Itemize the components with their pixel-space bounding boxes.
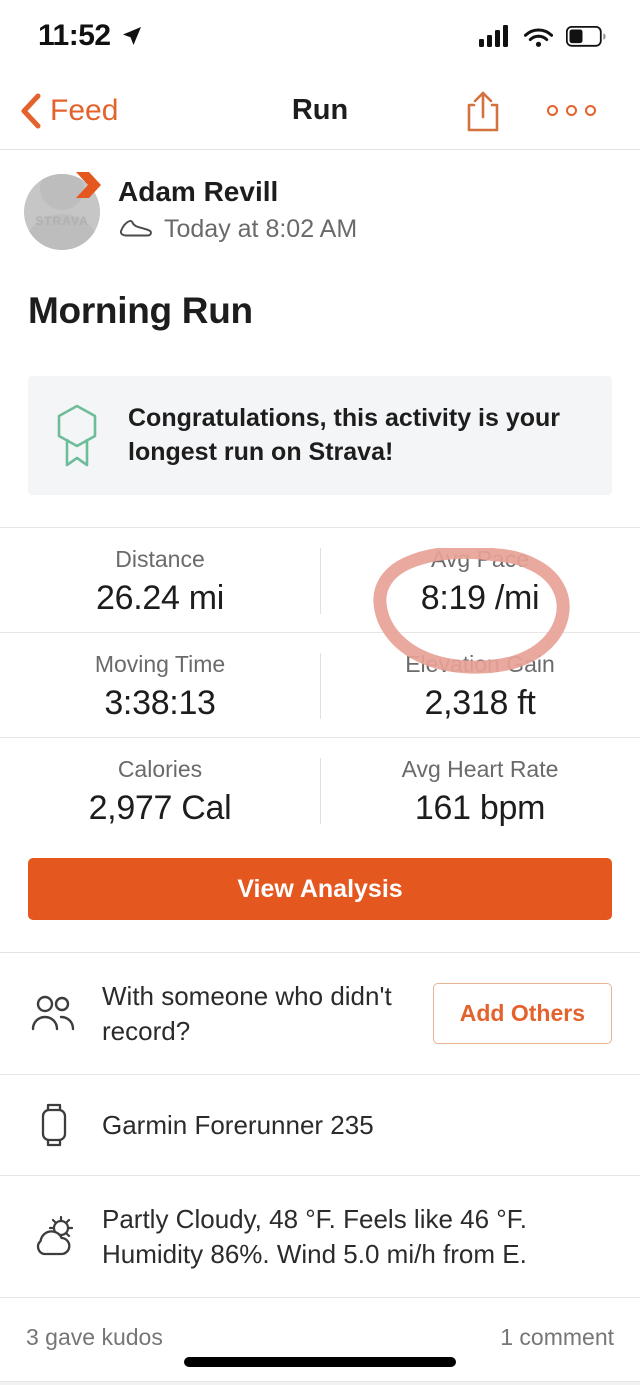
comment-count[interactable]: 1 comment [500, 1324, 614, 1351]
achievement-text: Congratulations, this activity is your l… [128, 404, 561, 466]
home-indicator [184, 1357, 456, 1367]
more-dot [585, 105, 596, 116]
nav-actions [465, 89, 640, 133]
watch-icon-wrap [28, 1101, 80, 1149]
stat-row: Calories 2,977 Cal Avg Heart Rate 161 bp… [0, 738, 640, 842]
strava-activity-screen: 11:52 Feed Run STRAVA Adam Revill Today … [0, 0, 640, 1385]
stat-label: Calories [117, 756, 203, 782]
weather-text: Partly Cloudy, 48 °F. Feels like 46 °F. … [102, 1204, 527, 1269]
stat-label: Distance [115, 546, 205, 572]
people-icon [31, 995, 75, 1030]
running-shoe-icon [119, 219, 152, 236]
stat-cell-distance[interactable]: Distance 26.24 mi [0, 528, 320, 632]
row-device[interactable]: Garmin Forerunner 235 [0, 1075, 640, 1177]
stat-value: 161 bpm [414, 789, 546, 827]
detail-rows: With someone who didn't record? Add Othe… [0, 952, 640, 1299]
athlete-name[interactable]: Adam Revill [118, 176, 357, 208]
stat-divider [320, 548, 321, 614]
stat-label: Avg Heart Rate [401, 756, 559, 782]
social-summary: 3 gave kudos 1 comment [0, 1298, 640, 1381]
kudos-count[interactable]: 3 gave kudos [26, 1324, 163, 1351]
stat-value: 8:19 /mi [420, 579, 540, 617]
achievement-banner: Congratulations, this activity is your l… [28, 376, 612, 495]
add-others-text: With someone who didn't record? [102, 981, 392, 1046]
stat-divider [320, 653, 321, 719]
athlete-meta: Adam Revill Today at 8:02 AM [118, 174, 357, 244]
view-analysis-button[interactable]: View Analysis [28, 858, 612, 920]
achievement-medal-icon [57, 404, 97, 466]
battery-icon [566, 25, 606, 47]
people-icon-wrap [28, 995, 80, 1033]
stat-cell-avg-pace[interactable]: Avg Pace 8:19 /mi [320, 528, 640, 632]
stat-cell-avg-heart-rate[interactable]: Avg Heart Rate 161 bpm [320, 738, 640, 842]
stat-cell-moving-time[interactable]: Moving Time 3:38:13 [0, 633, 320, 737]
status-bar-time-group: 11:52 [38, 19, 144, 53]
partly-cloudy-icon [36, 1215, 74, 1255]
stat-label: Moving Time [94, 651, 226, 677]
device-name: Garmin Forerunner 235 [102, 1109, 374, 1140]
stat-value: 26.24 mi [95, 579, 224, 617]
stat-row: Moving Time 3:38:13 Elevation Gain 2,318… [0, 633, 640, 738]
stat-cell-calories[interactable]: Calories 2,977 Cal [0, 738, 320, 842]
row-weather: Partly Cloudy, 48 °F. Feels like 46 °F. … [0, 1176, 640, 1299]
section-gap [0, 1381, 640, 1385]
stat-divider [320, 758, 321, 824]
back-button[interactable]: Feed [0, 92, 118, 130]
stat-value: 3:38:13 [104, 684, 216, 722]
cellular-bars-icon [479, 25, 508, 47]
stat-row: Distance 26.24 mi Avg Pace 8:19 /mi [0, 527, 640, 633]
avatar-watermark: STRAVA [35, 214, 89, 228]
activity-timestamp: Today at 8:02 AM [164, 215, 358, 243]
row-add-others: With someone who didn't record? Add Othe… [0, 953, 640, 1076]
wifi-icon [524, 28, 553, 47]
back-button-label: Feed [50, 93, 119, 127]
more-dot [566, 105, 577, 116]
status-bar-indicators [479, 25, 606, 47]
status-bar: 11:52 [0, 0, 640, 72]
athlete-subtitle: Today at 8:02 AM [118, 215, 357, 244]
athlete-header[interactable]: STRAVA Adam Revill Today at 8:02 AM [0, 150, 640, 250]
stat-cell-elevation-gain[interactable]: Elevation Gain 2,318 ft [320, 633, 640, 737]
avatar[interactable]: STRAVA [24, 172, 101, 250]
stat-value: 2,977 Cal [88, 789, 232, 827]
share-icon[interactable] [465, 89, 501, 133]
status-time: 11:52 [38, 19, 111, 52]
location-arrow-icon [122, 27, 141, 45]
stat-label: Avg Pace [430, 546, 530, 572]
more-dot [547, 105, 558, 116]
stat-label: Elevation Gain [405, 651, 555, 677]
weather-icon-wrap [28, 1215, 80, 1258]
stats-grid: Distance 26.24 mi Avg Pace 8:19 /mi Movi… [0, 527, 640, 842]
watch-icon [41, 1104, 67, 1147]
activity-title: Morning Run [28, 290, 253, 331]
strava-chevron-badge-icon [76, 172, 101, 198]
view-analysis-container: View Analysis [0, 842, 640, 920]
stat-value: 2,318 ft [424, 684, 536, 722]
more-options-icon[interactable] [547, 105, 596, 116]
add-others-button[interactable]: Add Others [432, 983, 612, 1045]
navigation-bar: Feed Run [0, 72, 640, 150]
chevron-left-icon [21, 93, 41, 128]
